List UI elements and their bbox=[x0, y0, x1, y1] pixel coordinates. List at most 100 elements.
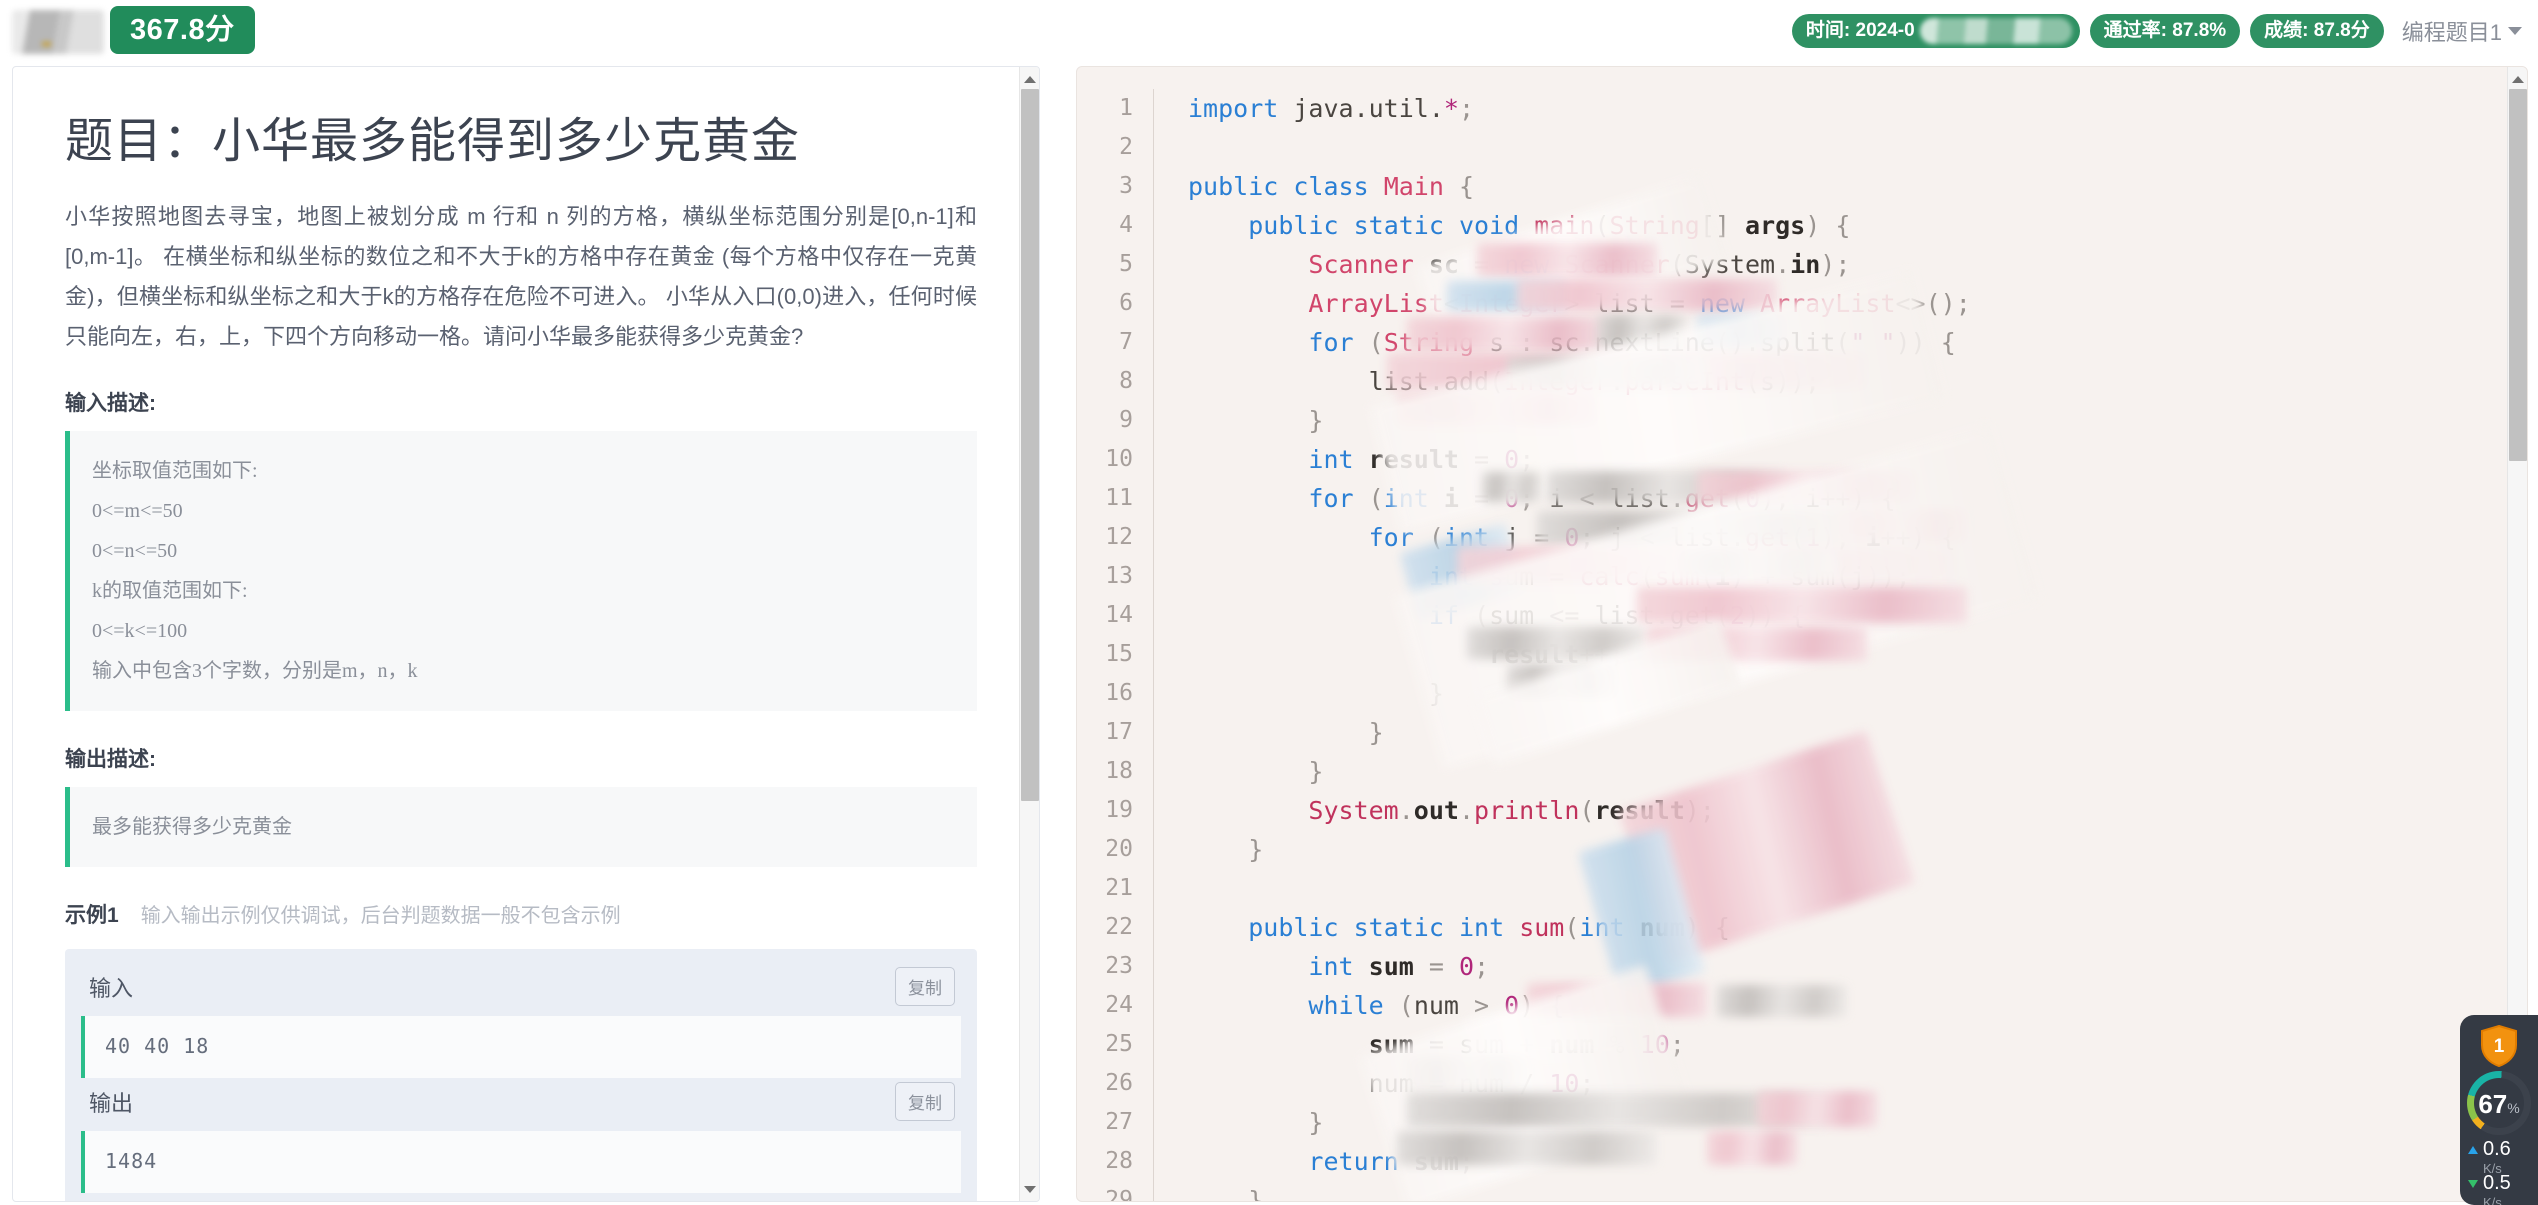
code-line-content[interactable]: Scanner sc = new Scanner(System.in); bbox=[1153, 245, 1850, 284]
code-line-content[interactable]: sum = sum + num % 10; bbox=[1153, 1025, 1685, 1064]
scrollbar-thumb[interactable] bbox=[2509, 89, 2527, 461]
code-line-content[interactable]: ArrayList<Integer> list = new ArrayList<… bbox=[1153, 284, 1971, 323]
line-number: 1 bbox=[1119, 95, 1133, 121]
code-line[interactable]: 28 return sum; bbox=[1077, 1142, 2507, 1181]
site-logo-icon bbox=[12, 10, 104, 54]
code-line[interactable]: 23 int sum = 0; bbox=[1077, 947, 2507, 986]
code-line[interactable]: 3 public class Main { bbox=[1077, 167, 2507, 206]
code-line[interactable]: 25 sum = sum + num % 10; bbox=[1077, 1025, 2507, 1064]
scroll-up-arrow-icon[interactable] bbox=[1020, 69, 1039, 89]
code-line[interactable]: 27 } bbox=[1077, 1103, 2507, 1142]
scroll-down-arrow-icon[interactable] bbox=[1020, 1179, 1039, 1199]
code-editor-panel[interactable]: 1 import java.util.*; 2 3 public class Main … bbox=[1076, 66, 2528, 1202]
example-input-value: 40 40 18 bbox=[81, 1016, 961, 1078]
code-line-content[interactable] bbox=[1153, 869, 1188, 908]
code-line-content[interactable]: int sum = 0; bbox=[1153, 947, 1489, 986]
copy-output-button[interactable]: 复制 bbox=[895, 1082, 955, 1121]
input-description-box: 坐标取值范围如下: 0<=m<=50 0<=n<=50 k的取值范围如下: 0<… bbox=[65, 431, 977, 711]
line-number: 14 bbox=[1105, 602, 1133, 628]
code-line[interactable]: 11 for (int i = 0; i < list.get(0); i++)… bbox=[1077, 479, 2507, 518]
code-line-content[interactable]: public static void main(String[] args) { bbox=[1153, 206, 1850, 245]
code-line-content[interactable]: public static int sum(int num) { bbox=[1153, 908, 1730, 947]
upload-number: 0.6 bbox=[2483, 1138, 2511, 1160]
code-line-content[interactable]: public class Main { bbox=[1153, 167, 1474, 206]
code-line-content[interactable] bbox=[1153, 128, 1188, 167]
code-line-content[interactable]: for (String s : sc.nextLine().split(" ")… bbox=[1153, 323, 1956, 362]
code-line-content[interactable]: import java.util.*; bbox=[1153, 89, 1474, 128]
code-line[interactable]: 4 public static void main(String[] args)… bbox=[1077, 206, 2507, 245]
code-line-content[interactable]: System.out.println(result); bbox=[1153, 791, 1715, 830]
code-line[interactable]: 15 result++; bbox=[1077, 635, 2507, 674]
code-line[interactable]: 9 } bbox=[1077, 401, 2507, 440]
code-line-content[interactable]: int result = 0; bbox=[1153, 440, 1534, 479]
code-line[interactable]: 21 bbox=[1077, 869, 2507, 908]
system-monitor-widget[interactable]: 1 67% 0.6 K/s 0.5 K/s bbox=[2460, 1015, 2538, 1205]
code-line-content[interactable]: } bbox=[1153, 830, 1263, 869]
line-number: 12 bbox=[1105, 524, 1133, 550]
code-line[interactable]: 18 } bbox=[1077, 752, 2507, 791]
code-line[interactable]: 14 if (sum <= list.get(2)) { bbox=[1077, 596, 2507, 635]
code-line[interactable]: 20 } bbox=[1077, 830, 2507, 869]
code-line[interactable]: 16 } bbox=[1077, 674, 2507, 713]
example-output-label: 输出 bbox=[89, 1090, 134, 1116]
code-line[interactable]: 24 while (num > 0) { bbox=[1077, 986, 2507, 1025]
problem-panel-scrollbar[interactable] bbox=[1019, 67, 1039, 1201]
code-line[interactable]: 19 System.out.println(result); bbox=[1077, 791, 2507, 830]
code-line[interactable]: 10 int result = 0; bbox=[1077, 440, 2507, 479]
code-line[interactable]: 6 ArrayList<Integer> list = new ArrayLis… bbox=[1077, 284, 2507, 323]
line-number: 3 bbox=[1119, 173, 1133, 199]
example-note: 输入输出示例仅供调试，后台判题数据一般不包含示例 bbox=[140, 905, 621, 927]
code-line-content[interactable]: int sum = calc(sum(i) + sum(j)); bbox=[1153, 557, 1911, 596]
code-line[interactable]: 12 for (int j = 0; j < list.get(1); i++)… bbox=[1077, 518, 2507, 557]
code-line-content[interactable]: result++; bbox=[1153, 635, 1625, 674]
problem-content: 题目：小华最多能得到多少克黄金 小华按照地图去寻宝，地图上被划分成 m 行和 n… bbox=[13, 67, 1021, 1201]
example-header: 示例1 输入输出示例仅供调试，后台判题数据一般不包含示例 bbox=[65, 899, 977, 929]
cpu-percent-number: 67 bbox=[2478, 1089, 2508, 1119]
copy-input-button[interactable]: 复制 bbox=[895, 967, 955, 1006]
line-number: 23 bbox=[1105, 953, 1133, 979]
code-line[interactable]: 2 bbox=[1077, 128, 2507, 167]
line-number: 6 bbox=[1119, 290, 1133, 316]
code-line[interactable]: 29 } bbox=[1077, 1181, 2507, 1202]
code-line[interactable]: 5 Scanner sc = new Scanner(System.in); bbox=[1077, 245, 2507, 284]
scroll-up-arrow-icon[interactable] bbox=[2508, 69, 2527, 89]
code-line[interactable]: 1 import java.util.*; bbox=[1077, 89, 2507, 128]
line-number: 13 bbox=[1105, 563, 1133, 589]
code-line-content[interactable]: } bbox=[1153, 1103, 1323, 1142]
line-number: 15 bbox=[1105, 641, 1133, 667]
code-line-content[interactable]: } bbox=[1153, 401, 1323, 440]
shield-icon: 1 bbox=[2481, 1025, 2517, 1067]
code-line-content[interactable]: } bbox=[1153, 1181, 1263, 1201]
input-desc-line: 0<=k<=100 bbox=[92, 620, 188, 642]
code-line[interactable]: 22 public static int sum(int num) { bbox=[1077, 908, 2507, 947]
example-io-card: 输入 复制 40 40 18 输出 复制 1484 bbox=[65, 949, 977, 1201]
input-description-heading: 输入描述: bbox=[65, 392, 156, 415]
code-lines-container[interactable]: 1 import java.util.*; 2 3 public class Main … bbox=[1077, 67, 2507, 1201]
code-line[interactable]: 26 num = num / 10; bbox=[1077, 1064, 2507, 1103]
code-line-content[interactable]: for (int i = 0; i < list.get(0); i++) { bbox=[1153, 479, 1896, 518]
download-speed-value: 0.5 K/s bbox=[2483, 1173, 2511, 1205]
code-line[interactable]: 7 for (String s : sc.nextLine().split(" … bbox=[1077, 323, 2507, 362]
code-line-content[interactable]: } bbox=[1153, 713, 1384, 752]
code-line-content[interactable]: num = num / 10; bbox=[1153, 1064, 1594, 1103]
code-line[interactable]: 17 } bbox=[1077, 713, 2507, 752]
scrollbar-thumb[interactable] bbox=[1021, 89, 1039, 801]
upload-arrow-icon bbox=[2468, 1146, 2478, 1154]
code-line-content[interactable]: while (num > 0) { bbox=[1153, 986, 1564, 1025]
problem-panel: 题目：小华最多能得到多少克黄金 小华按照地图去寻宝，地图上被划分成 m 行和 n… bbox=[12, 66, 1040, 1202]
code-line-content[interactable]: if (sum <= list.get(2)) { bbox=[1153, 596, 1805, 635]
input-desc-line: k的取值范围如下: bbox=[92, 580, 248, 602]
code-line-content[interactable]: for (int j = 0; j < list.get(1); i++) { bbox=[1153, 518, 1956, 557]
code-line-content[interactable]: return sum; bbox=[1153, 1142, 1474, 1181]
code-line[interactable]: 13 int sum = calc(sum(i) + sum(j)); bbox=[1077, 557, 2507, 596]
code-line-content[interactable]: list.add(Integer.parseInt(s)); bbox=[1153, 362, 1820, 401]
code-line[interactable]: 8 list.add(Integer.parseInt(s)); bbox=[1077, 362, 2507, 401]
line-number: 11 bbox=[1105, 485, 1133, 511]
code-line-content[interactable]: } bbox=[1153, 752, 1323, 791]
example-output-value: 1484 bbox=[81, 1131, 961, 1193]
question-selector[interactable]: 编程题目1 bbox=[2394, 15, 2530, 47]
line-number: 29 bbox=[1105, 1187, 1133, 1202]
app-header: 367.8分 时间: 2024-0 通过率: 87.8% 成绩: 87.8分 编… bbox=[0, 0, 2538, 64]
code-line-content[interactable]: } bbox=[1153, 674, 1444, 713]
header-status-group: 时间: 2024-0 通过率: 87.8% 成绩: 87.8分 编程题目1 bbox=[1791, 14, 2530, 48]
